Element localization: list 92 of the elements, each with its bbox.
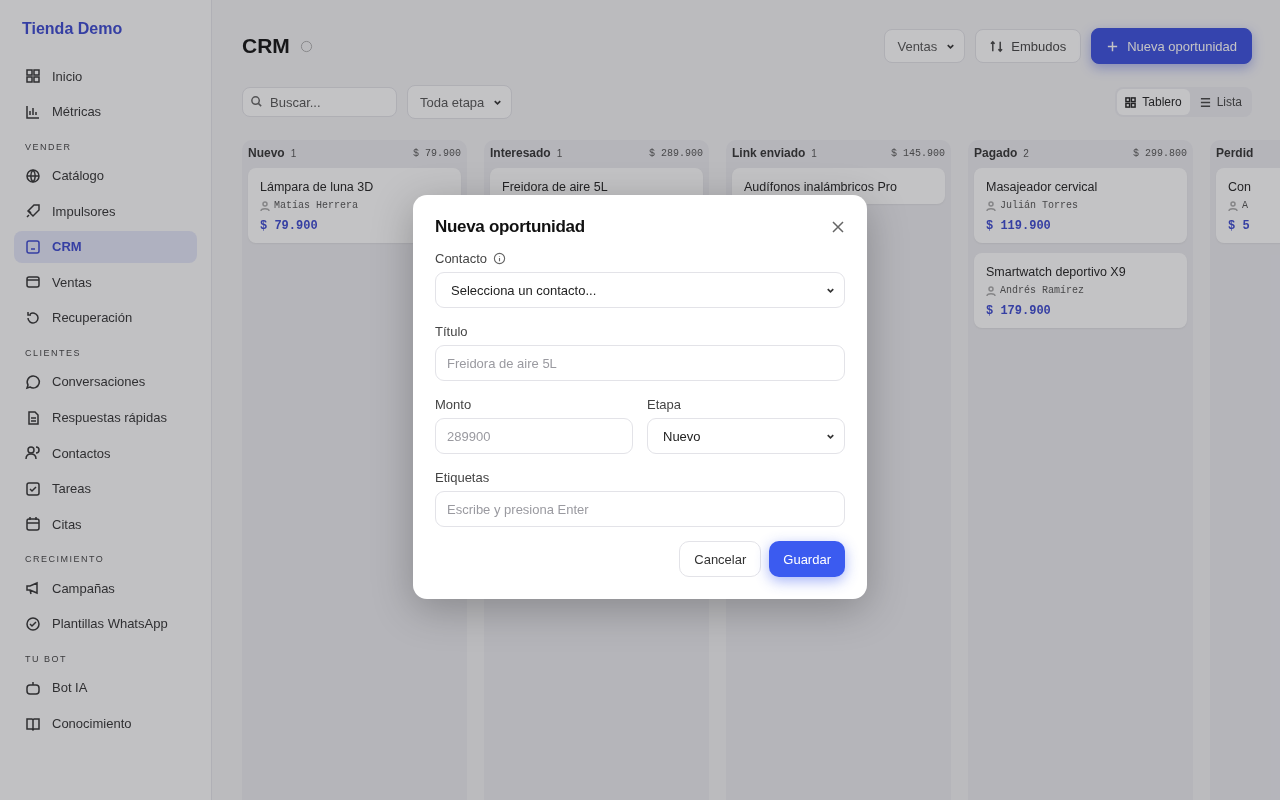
- search-field[interactable]: Buscar...: [242, 87, 397, 117]
- column-count: 1: [556, 147, 563, 159]
- column-title: Pagado: [974, 146, 1018, 160]
- chart-icon: [25, 103, 41, 120]
- field-label: Etiquetas: [435, 470, 490, 485]
- book-icon: [25, 715, 41, 732]
- funnels-button[interactable]: Embudos: [975, 29, 1082, 63]
- board-icon: [25, 238, 41, 255]
- deal-amount: $ 5: [1228, 219, 1251, 233]
- column-count: 1: [811, 147, 817, 159]
- column-total: $ 145.900: [891, 147, 945, 159]
- field-label: Título: [435, 324, 468, 339]
- tags-input[interactable]: Escribe y presiona Enter: [435, 491, 845, 527]
- new-opportunity-button[interactable]: Nueva oportunidad: [1091, 28, 1252, 64]
- deal-amount: $ 179.900: [986, 304, 1052, 318]
- globe-icon: [25, 167, 41, 184]
- person-icon: [986, 200, 996, 211]
- field-label: Monto: [435, 397, 472, 412]
- deal-title: Lámpara de luna 3D: [260, 180, 375, 194]
- stage-select[interactable]: Nuevo: [647, 418, 845, 454]
- checkbox-icon: [25, 480, 41, 497]
- field-label: Contacto: [435, 251, 488, 266]
- pipeline-select[interactable]: Ventas: [884, 29, 966, 63]
- brand-name: Tienda Demo: [21, 20, 124, 38]
- sidebar-item[interactable]: Respuestas rápidas: [14, 401, 197, 434]
- column-title: Interesado: [490, 146, 551, 160]
- column-count: 2: [1023, 147, 1029, 159]
- grid-icon: [25, 68, 41, 84]
- sidebar-item[interactable]: Impulsores: [14, 195, 197, 228]
- contact-name: Julián Torres: [1000, 200, 1078, 211]
- sidebar-item[interactable]: Tareas: [14, 472, 197, 505]
- page-title: CRM: [242, 34, 290, 58]
- megaphone-icon: [25, 580, 41, 597]
- contact-name: Matías Herrera: [274, 200, 358, 211]
- view-tab[interactable]: Lista: [1191, 89, 1250, 115]
- document-icon: [25, 409, 41, 426]
- stage-filter-select[interactable]: Toda etapa: [407, 85, 513, 119]
- swap-icon: [990, 39, 1004, 53]
- column-title: Link enviado: [732, 146, 806, 160]
- person-icon: [1228, 200, 1238, 211]
- circle-check-icon: [25, 615, 41, 632]
- sidebar-item[interactable]: Citas: [14, 508, 197, 541]
- deal-title: Masajeador cervical: [986, 180, 1099, 194]
- deal-title: Audífonos inalámbricos Pro: [744, 180, 898, 194]
- deal-title: Con: [1228, 180, 1252, 194]
- sidebar-item[interactable]: Ventas: [14, 266, 197, 299]
- sidebar-item[interactable]: Recuperación: [14, 301, 197, 334]
- sidebar-item[interactable]: CRM: [14, 230, 197, 263]
- deal-amount: $ 119.900: [986, 219, 1052, 233]
- field-label: Etapa: [647, 397, 681, 412]
- chat-icon: [25, 373, 41, 390]
- contact-name: Andrés Ramírez: [1000, 285, 1084, 296]
- card-icon: [25, 274, 41, 291]
- section-heading: CLIENTES: [24, 347, 82, 358]
- list-icon: [1199, 96, 1211, 108]
- section-heading: CRECIMIENTO: [24, 554, 106, 565]
- section-heading: TU BOT: [24, 653, 68, 664]
- sidebar-item[interactable]: Bot IA: [14, 671, 197, 704]
- column-count: 1: [290, 147, 297, 159]
- sidebar-item[interactable]: Campañas: [14, 572, 197, 605]
- deal-title: Smartwatch deportivo X9: [986, 265, 1127, 279]
- section-heading: VENDER: [24, 141, 73, 152]
- grid-icon: [1125, 96, 1137, 108]
- person-icon: [260, 200, 270, 211]
- sidebar-item[interactable]: Plantillas WhatsApp: [14, 607, 197, 640]
- column-total: $ 289.900: [649, 147, 703, 159]
- users-icon: [25, 445, 41, 462]
- cancel-button[interactable]: Cancelar: [679, 541, 762, 577]
- plus-icon: [1106, 39, 1120, 53]
- sidebar-item[interactable]: Catálogo: [14, 159, 197, 192]
- sidebar-item[interactable]: Conocimiento: [14, 707, 197, 740]
- contact-name: A: [1242, 200, 1248, 211]
- sidebar-item[interactable]: Contactos: [14, 437, 197, 470]
- contact-select[interactable]: Selecciona un contacto...: [435, 272, 845, 308]
- column-total: $ 299.800: [1133, 147, 1187, 159]
- column-title: Nuevo: [248, 146, 285, 160]
- search-icon: [250, 95, 263, 108]
- column-total: $ 79.900: [413, 147, 461, 159]
- refresh-icon: [25, 309, 41, 326]
- dialog-title: Nueva oportunidad: [435, 217, 585, 237]
- sidebar-item[interactable]: Conversaciones: [14, 365, 197, 398]
- amount-input[interactable]: 289900: [435, 418, 633, 454]
- person-icon: [986, 285, 996, 296]
- view-tab[interactable]: Tablero: [1117, 89, 1190, 115]
- title-input[interactable]: Freidora de aire 5L: [435, 345, 845, 381]
- column-title: Perdid: [1216, 146, 1254, 160]
- close-icon[interactable]: [831, 220, 845, 234]
- sidebar-item[interactable]: Métricas: [14, 95, 197, 128]
- save-button[interactable]: Guardar: [769, 541, 845, 577]
- sidebar-item[interactable]: Inicio: [14, 60, 197, 92]
- deal-title: Freidora de aire 5L: [502, 180, 609, 194]
- calendar-icon: [25, 516, 41, 533]
